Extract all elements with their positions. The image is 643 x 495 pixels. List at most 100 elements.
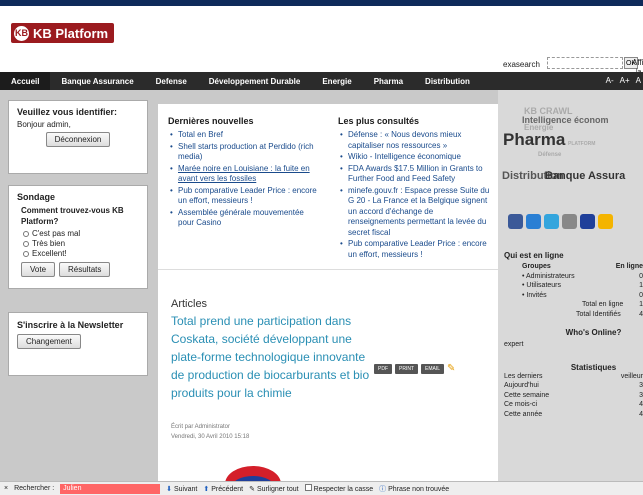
stats-title: Statistiques <box>570 362 617 372</box>
stats-row: Ce mois-ci 4 <box>504 401 643 408</box>
vote-button[interactable]: Vote <box>21 262 56 277</box>
match-case-checkbox[interactable]: Respecter la casse <box>304 484 373 493</box>
facebook-icon[interactable] <box>508 214 523 229</box>
poll-option-label: Excellent! <box>32 249 67 258</box>
print-button[interactable]: PRINT <box>395 364 418 374</box>
nav-distribution[interactable]: Distribution <box>414 72 481 90</box>
poll-option-label: Très bien <box>32 239 66 248</box>
nav-accueil[interactable]: Accueil <box>0 72 51 90</box>
poll-option-label: C'est pas mal <box>32 229 81 238</box>
results-button[interactable]: Résultats <box>59 262 111 277</box>
stats-row: Aujourd'hui 3 <box>504 382 643 389</box>
email-button[interactable]: EMAIL <box>421 364 445 374</box>
newsletter-box: S'inscrire à la Newsletter Changement <box>8 312 148 376</box>
news-link[interactable]: Total en Bref <box>168 130 318 141</box>
nav-energie[interactable]: Energie <box>311 72 362 90</box>
social-icons <box>508 214 613 229</box>
find-next-button[interactable]: ⬇ Suivant <box>166 485 197 493</box>
online-title: Qui est en ligne <box>504 251 564 260</box>
logo-badge-icon: KB <box>14 25 29 41</box>
online-row: • Administrateurs 0 <box>522 272 643 280</box>
banque-logo: Banque Assura <box>545 170 626 182</box>
nav-developpement-durable[interactable]: Développement Durable <box>198 72 312 90</box>
news-link[interactable]: Marée noire en Louisiane : la fuite en a… <box>168 164 318 185</box>
total-identified-row: Total Identifiés 4 <box>576 310 643 318</box>
display-label: Affic <box>632 58 643 67</box>
stats-row: Cette année 4 <box>504 410 643 418</box>
whos-online-title: Who's Online? <box>565 328 622 337</box>
font-increase-button[interactable]: A+ <box>620 76 630 85</box>
nav-banque-assurance[interactable]: Banque Assurance <box>50 72 144 90</box>
popular-link[interactable]: FDA Awards $17.5 Million in Grants to Fu… <box>338 164 490 185</box>
articles-heading: Articles <box>171 298 208 310</box>
news-link[interactable]: Shell starts production at Perdido (rich… <box>168 142 318 163</box>
whos-online-user: expert <box>504 341 524 348</box>
google-icon[interactable] <box>598 214 613 229</box>
online-row: • Invités 0 <box>522 291 643 299</box>
nav-pharma[interactable]: Pharma <box>363 72 414 90</box>
arrow-down-icon: ⬇ <box>166 485 173 493</box>
edit-pencil-icon[interactable]: ✎ <box>447 364 457 374</box>
who-is-online: Qui est en ligne Groupes En ligne • Admi… <box>504 251 643 419</box>
article-meta: Écrit par Administrator Vendredi, 30 Avr… <box>171 422 249 442</box>
search-input[interactable] <box>547 57 623 69</box>
font-reset-button[interactable]: A <box>636 76 641 85</box>
header: KB KB Platform exasearch OK Affic la <box>0 6 643 76</box>
pharma-sub-logo: PLATFORM <box>568 141 596 147</box>
logo-text: KB Platform <box>33 25 109 41</box>
find-bar: × Rechercher : Julien ⬇ Suivant ⬆ Précéd… <box>0 481 643 495</box>
delicious-icon[interactable] <box>562 214 577 229</box>
popular-link[interactable]: Défense : « Nous devons mieux capitalise… <box>338 130 490 151</box>
article-date: Vendredi, 30 Avril 2010 15:18 <box>171 434 250 440</box>
radio-icon[interactable] <box>23 251 29 257</box>
poll-title: Sondage <box>17 192 56 202</box>
news-link[interactable]: Assemblée générale mouvementée pour Casi… <box>168 208 318 229</box>
article-tools: PDF PRINT EMAIL ✎ <box>374 364 457 374</box>
font-decrease-button[interactable]: A- <box>606 76 614 85</box>
popular-news: Les plus consultés Défense : « Nous devo… <box>338 116 490 261</box>
popular-link[interactable]: Pub comparative Leader Price : encore un… <box>338 239 490 260</box>
login-title: Veuillez vous identifier: <box>17 107 118 117</box>
search-label: exasearch <box>503 60 540 69</box>
close-find-icon[interactable]: × <box>4 485 8 492</box>
font-size-controls: A- A+ A <box>606 76 641 85</box>
main-nav: Accueil Banque Assurance Defense Dévelop… <box>0 72 643 90</box>
article-title[interactable]: Total prend une participation dans Coska… <box>171 312 371 402</box>
poll-question: Comment trouvez-vous KB Platform? <box>21 206 124 226</box>
poll-option[interactable]: C'est pas mal <box>23 229 139 239</box>
online-count-header: En ligne <box>615 263 643 270</box>
netvibes-icon[interactable] <box>526 214 541 229</box>
online-row: • Utilisateurs 1 <box>522 282 643 289</box>
pharma-logo: Pharma <box>503 130 566 149</box>
article-image <box>225 466 281 481</box>
stats-row: Cette semaine 3 <box>504 391 643 399</box>
poll-option[interactable]: Très bien <box>23 239 139 249</box>
radio-icon[interactable] <box>23 241 29 247</box>
popular-link[interactable]: Wikio - Intelligence économique <box>338 152 490 163</box>
popular-title: Les plus consultés <box>338 116 420 126</box>
find-status: ⓘ Phrase non trouvée <box>379 485 450 493</box>
article-author: Écrit par Administrator <box>171 424 231 430</box>
latest-news: Dernières nouvelles Total en Bref Shell … <box>168 116 318 230</box>
news-link[interactable]: Pub comparative Leader Price : encore un… <box>168 186 318 207</box>
find-input[interactable]: Julien <box>60 483 161 494</box>
find-prev-button[interactable]: ⬆ Précédent <box>203 485 243 493</box>
delicious-bookmark-icon[interactable] <box>580 214 595 229</box>
divider <box>158 269 498 270</box>
poll-option[interactable]: Excellent! <box>23 249 139 259</box>
info-icon: ⓘ <box>379 485 387 493</box>
highlighter-icon: ✎ <box>249 485 255 493</box>
checkbox-icon[interactable] <box>304 484 312 491</box>
popular-link[interactable]: minefe.gouv.fr : Espace presse Suite du … <box>338 186 490 239</box>
newsletter-button[interactable]: Changement <box>17 334 81 349</box>
twitter-icon[interactable] <box>544 214 559 229</box>
radio-icon[interactable] <box>23 231 29 237</box>
right-sidebar: KB CRAWL Intelligence économ Energie Pha… <box>498 90 643 481</box>
highlight-all-button[interactable]: ✎ Surligner tout <box>249 485 298 493</box>
kb-platform-logo[interactable]: KB KB Platform <box>11 23 115 43</box>
pdf-button[interactable]: PDF <box>374 364 392 374</box>
main-content: Dernières nouvelles Total en Bref Shell … <box>158 104 498 481</box>
total-online-row: Total en ligne 1 <box>582 301 643 308</box>
nav-defense[interactable]: Defense <box>145 72 198 90</box>
logout-button[interactable]: Déconnexion <box>45 132 111 147</box>
